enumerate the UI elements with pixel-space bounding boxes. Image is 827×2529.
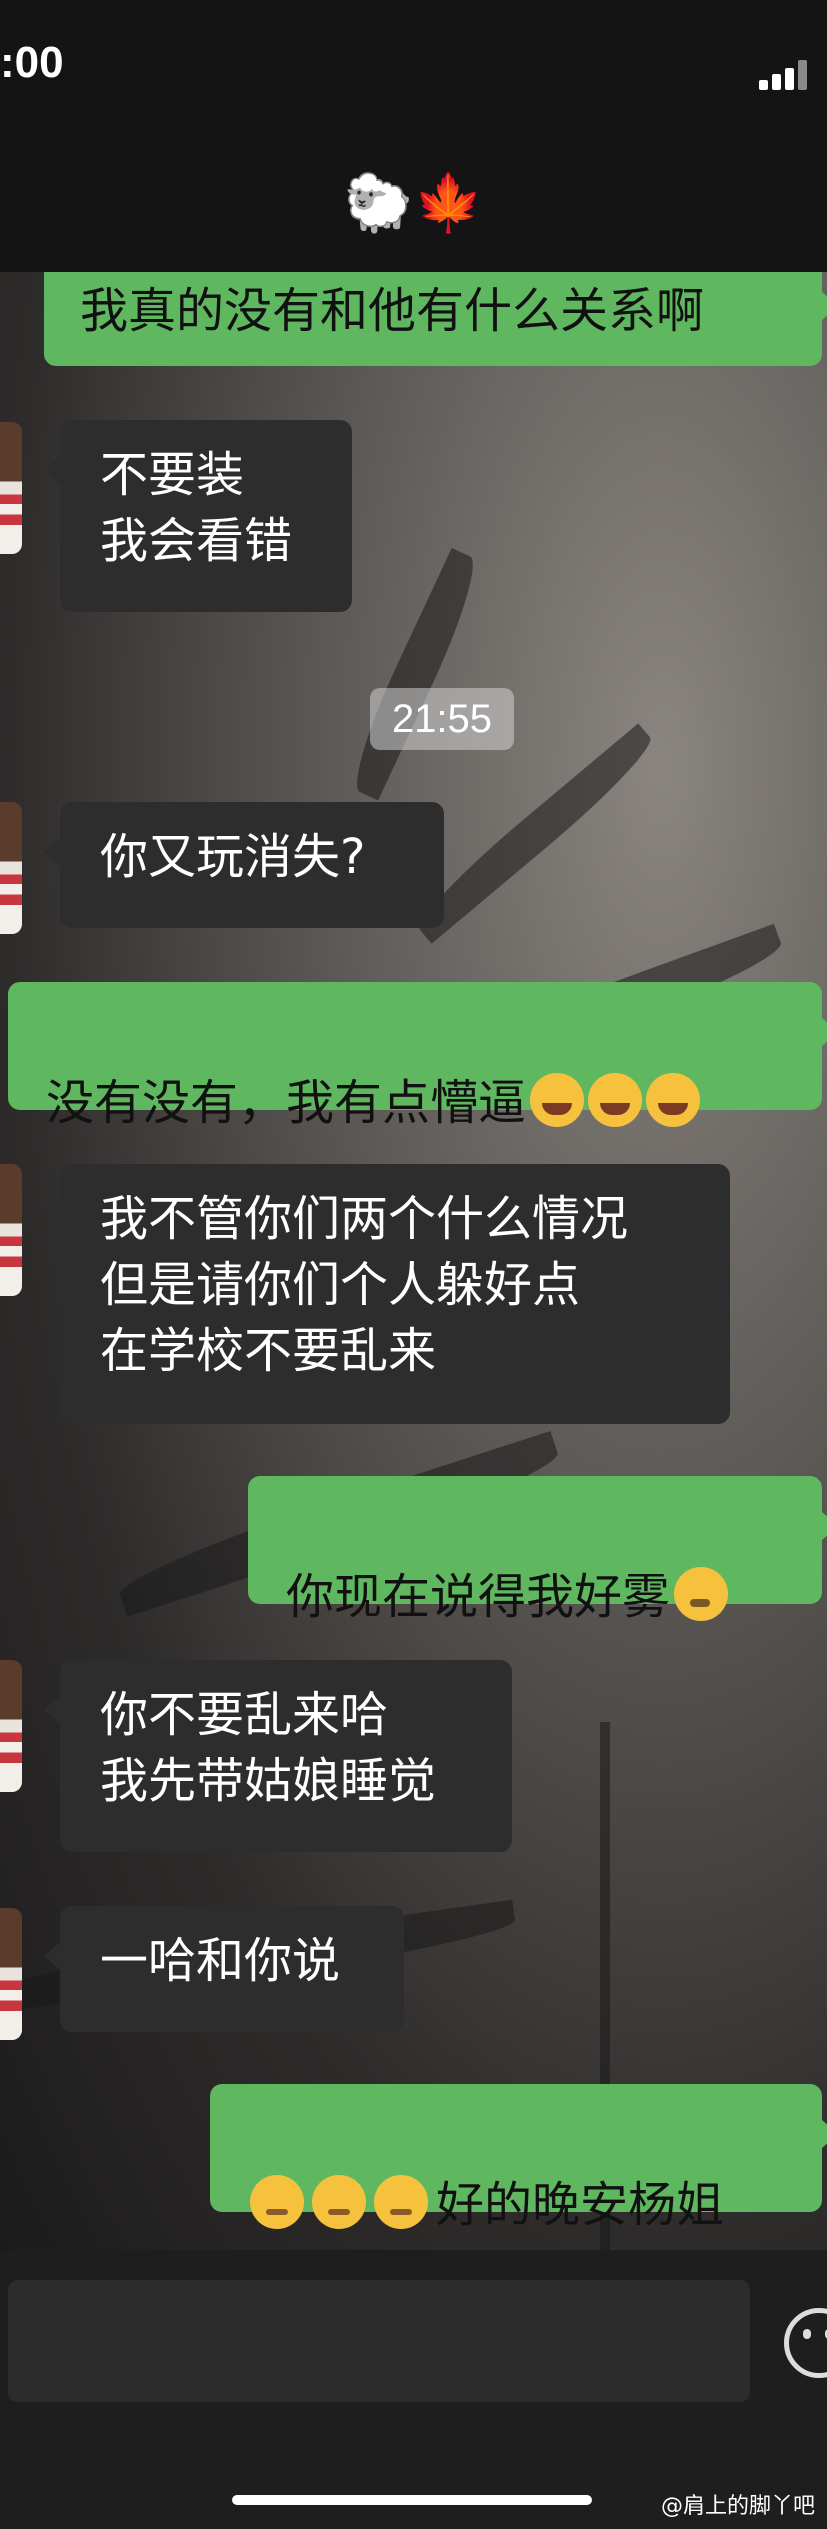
watermark: @肩上的脚丫吧 [660, 2494, 815, 2519]
message-bubble-in[interactable]: 你又玩消失? [44, 802, 444, 928]
pensive-face-icon [250, 2175, 304, 2229]
message-text: 好的晚安杨姐 [436, 2177, 725, 2233]
status-time: :00 [0, 38, 64, 87]
message-bubble-in[interactable]: 你不要乱来哈 我先带姑娘睡觉 [44, 1660, 512, 1852]
avatar[interactable] [0, 1660, 22, 1792]
signal-icon [759, 60, 811, 90]
avatar[interactable] [0, 802, 22, 934]
crying-laughing-icon [530, 1073, 585, 1127]
sneezing-face-icon [674, 1567, 729, 1621]
palm-shadow [341, 547, 489, 801]
message-text: 你现在说得我好雾 [286, 1569, 671, 1625]
avatar[interactable] [0, 422, 22, 554]
message-bubble-out[interactable]: 好的晚安杨姐 [210, 2084, 827, 2233]
emoji-button-icon[interactable] [784, 2308, 827, 2378]
crying-laughing-icon [646, 1073, 701, 1127]
message-input[interactable] [8, 2280, 750, 2402]
chat-area[interactable]: 我真的没有和他有什么关系啊 不要装 我会看错 21:55 你又玩消失? 没有没有… [0, 272, 827, 2250]
message-text: 没有没有，我有点懵逼 [46, 1075, 527, 1131]
pensive-face-icon [374, 2175, 428, 2229]
message-bubble-in[interactable]: 一哈和你说 [44, 1906, 404, 2032]
message-bubble-out[interactable]: 我真的没有和他有什么关系啊 [44, 272, 827, 366]
avatar[interactable] [0, 1164, 22, 1296]
message-bubble-in[interactable]: 我不管你们两个什么情况 但是请你们个人躲好点 在学校不要乱来 [44, 1164, 730, 1424]
avatar[interactable] [0, 1908, 22, 2040]
home-indicator[interactable] [232, 2495, 592, 2505]
timestamp-divider: 21:55 [370, 688, 514, 750]
status-bar: :00 [0, 0, 827, 140]
message-bubble-out[interactable]: 没有没有，我有点懵逼 [8, 982, 827, 1131]
chat-header: 🐑🍁 [0, 140, 827, 272]
palm-shadow [408, 723, 662, 944]
pensive-face-icon [312, 2175, 366, 2229]
message-bubble-in[interactable]: 不要装 我会看错 [44, 420, 352, 612]
message-bubble-out[interactable]: 你现在说得我好雾 [248, 1476, 827, 1625]
crying-laughing-icon [588, 1073, 643, 1127]
chat-title: 🐑🍁 [343, 171, 484, 236]
